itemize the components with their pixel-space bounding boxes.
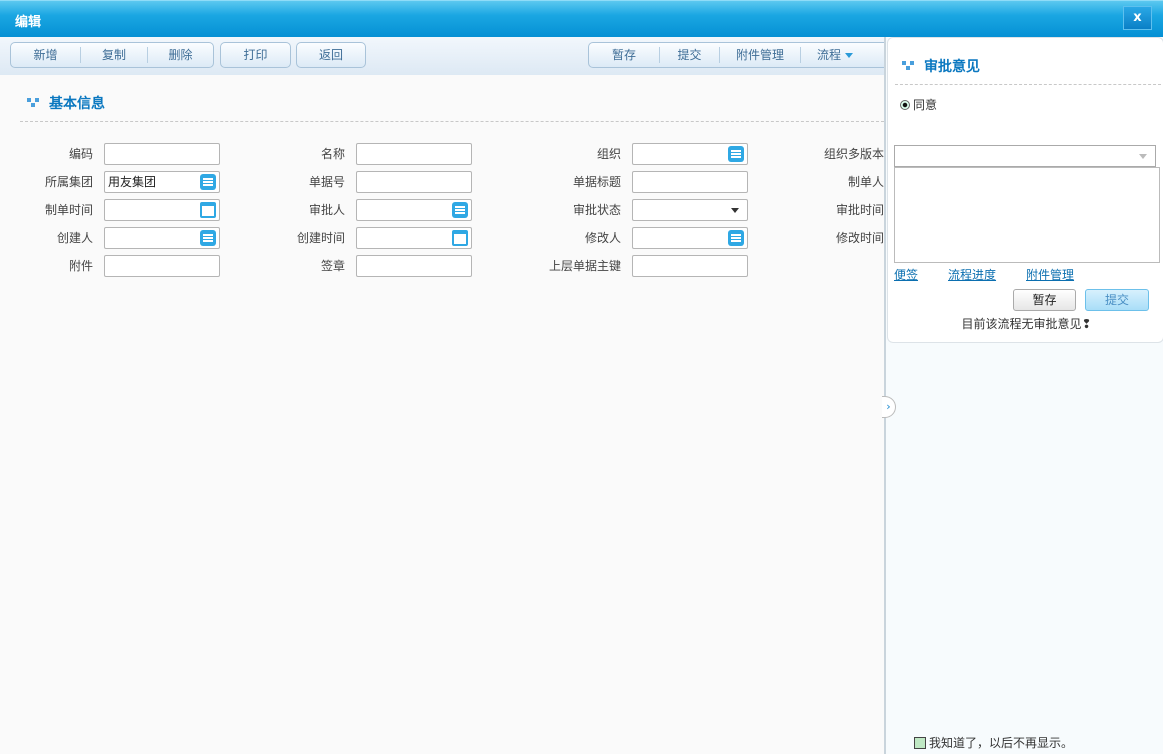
field-input[interactable]	[632, 255, 748, 277]
comment-textarea[interactable]	[894, 167, 1160, 263]
chevron-down-icon	[1139, 154, 1147, 163]
field-label: 审批人	[308, 203, 345, 217]
field-input[interactable]	[104, 143, 220, 165]
no-opinion-note: 目前该流程无审批意见❢	[961, 317, 1092, 331]
field-label: 附件	[68, 259, 93, 273]
note-link[interactable]: 便签	[894, 266, 918, 283]
field-input[interactable]	[104, 199, 220, 221]
edit-button-group: 新增 复制 删除	[10, 42, 214, 68]
flow-progress-link[interactable]: 流程进度	[948, 266, 996, 283]
list-icon[interactable]	[728, 230, 744, 246]
attachment-button[interactable]: 附件管理	[720, 47, 801, 63]
field-label: 所属集团	[44, 175, 93, 189]
delete-button[interactable]: 删除	[148, 47, 213, 63]
field-input[interactable]	[356, 199, 472, 221]
field-label: 签章	[320, 259, 345, 273]
field-label: 审批时间	[835, 203, 884, 217]
field-input[interactable]	[356, 143, 472, 165]
field-label: 创建时间	[296, 231, 345, 245]
field-input[interactable]	[104, 255, 220, 277]
window-title: 编辑	[15, 15, 42, 30]
close-button[interactable]: x	[1123, 6, 1152, 30]
field-label: 编码	[68, 147, 93, 161]
section-icon	[902, 61, 916, 71]
section-icon	[27, 98, 41, 108]
field-input[interactable]: 用友集团	[104, 171, 220, 193]
collapse-panel-button[interactable]: ›	[882, 396, 896, 418]
chevron-down-icon	[844, 53, 853, 62]
field-label: 上层单据主键	[548, 259, 621, 273]
submit-button[interactable]: 提交	[660, 47, 720, 63]
field-label: 组织	[596, 147, 621, 161]
checkbox-icon	[914, 736, 926, 749]
field-input[interactable]	[632, 227, 748, 249]
field-label: 单据号	[308, 175, 345, 189]
dont-show-checkbox[interactable]: 我知道了，以后不再显示。	[914, 734, 1073, 751]
approval-panel: 审批意见 同意 便签 流程进度 附件管理 暂存 提交 目前该流程无审批意见❢ ›…	[882, 37, 1163, 754]
save-draft-button[interactable]: 暂存	[589, 47, 660, 63]
list-icon[interactable]	[200, 230, 216, 246]
field-label: 审批状态	[572, 203, 621, 217]
field-label: 名称	[320, 147, 345, 161]
field-label: 单据标题	[572, 175, 621, 189]
agree-label: 同意	[913, 98, 938, 112]
workflow-label: 流程	[817, 48, 842, 62]
field-input[interactable]	[632, 171, 748, 193]
field-label: 创建人	[56, 231, 93, 245]
window-titlebar: 编辑 x	[0, 0, 1163, 37]
section-title: 基本信息	[49, 96, 105, 112]
field-label: 制单时间	[44, 203, 93, 217]
field-input[interactable]	[104, 227, 220, 249]
workflow-menu-button[interactable]: 流程	[801, 47, 871, 63]
approval-header: 审批意见	[902, 56, 980, 76]
opinion-select[interactable]	[894, 145, 1156, 167]
field-input[interactable]	[632, 199, 748, 221]
save-draft-button[interactable]: 暂存	[1013, 289, 1076, 311]
list-icon[interactable]	[452, 202, 468, 218]
divider	[895, 84, 1161, 85]
field-label: 组织多版本	[823, 147, 884, 161]
chevron-down-icon[interactable]	[731, 208, 739, 217]
add-button[interactable]: 新增	[11, 47, 81, 63]
approval-links: 便签 流程进度 附件管理	[894, 266, 1074, 283]
list-icon[interactable]	[200, 174, 216, 190]
field-label: 修改人	[584, 231, 621, 245]
print-button-wrap: 打印	[220, 42, 291, 68]
print-button[interactable]: 打印	[221, 47, 290, 63]
calendar-icon[interactable]	[200, 202, 216, 218]
divider	[20, 121, 884, 122]
dont-show-label: 我知道了，以后不再显示。	[929, 736, 1074, 750]
calendar-icon[interactable]	[452, 230, 468, 246]
back-button[interactable]: 返回	[297, 47, 365, 63]
chevron-right-icon: ›	[886, 400, 891, 413]
field-input[interactable]	[356, 227, 472, 249]
back-button-wrap: 返回	[296, 42, 366, 68]
agree-radio[interactable]: 同意	[900, 96, 937, 113]
field-input[interactable]	[356, 255, 472, 277]
field-label: 制单人	[847, 175, 884, 189]
field-label: 修改时间	[835, 231, 884, 245]
approval-title: 审批意见	[924, 59, 980, 75]
field-input[interactable]	[356, 171, 472, 193]
list-icon[interactable]	[728, 146, 744, 162]
field-value: 用友集团	[108, 175, 157, 189]
section-header: 基本信息	[27, 93, 105, 113]
copy-button[interactable]: 复制	[81, 47, 148, 63]
approval-card: 审批意见 同意 便签 流程进度 附件管理 暂存 提交 目前该流程无审批意见❢	[887, 37, 1163, 343]
submit-button[interactable]: 提交	[1085, 289, 1149, 311]
field-input[interactable]	[632, 143, 748, 165]
radio-selected-icon	[900, 99, 910, 110]
attachment-link[interactable]: 附件管理	[1026, 266, 1074, 283]
workflow-button-group: 暂存 提交 附件管理 流程	[588, 42, 898, 68]
